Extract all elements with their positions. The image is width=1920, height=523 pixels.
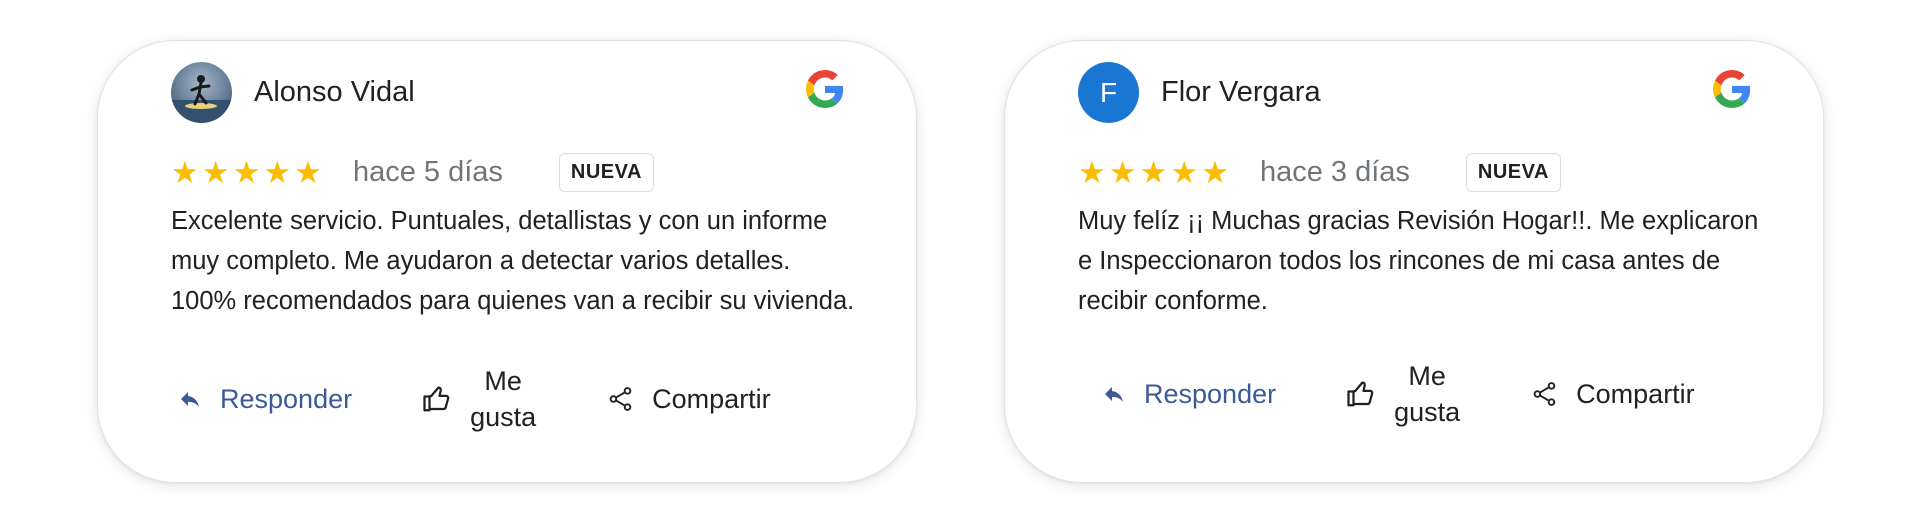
reply-label: Responder (220, 383, 353, 414)
like-label-line1: Me (1408, 361, 1446, 391)
review-time: hace 5 días (352, 156, 503, 188)
review-header: F Flor Vergara (1078, 62, 1321, 123)
review-meta: ★★★★★ hace 3 días NUEVA (1078, 153, 1561, 192)
star-rating: ★★★★★ (1078, 154, 1232, 190)
like-label-line2: gusta (1394, 397, 1461, 427)
share-label: Compartir (652, 383, 771, 414)
share-button[interactable]: Compartir (1532, 379, 1695, 410)
review-text: Muy felíz ¡¡ Muchas gracias Revisión Hog… (1078, 207, 1759, 315)
like-label: Me gusta (470, 363, 536, 435)
star-rating: ★★★★★ (171, 154, 325, 190)
thumbs-up-icon (423, 386, 450, 412)
share-icon (609, 387, 632, 411)
like-label-line1: Me (484, 366, 522, 396)
review-time: hace 3 días (1259, 156, 1410, 188)
like-button[interactable]: Me gusta (1346, 358, 1460, 430)
review-card: Alonso Vidal ★★★★★ hace 5 días NUEVA Exc… (97, 40, 917, 483)
author-name[interactable]: Alonso Vidal (254, 76, 415, 109)
reply-button[interactable]: Responder (1102, 379, 1276, 410)
reply-button[interactable]: Responder (178, 384, 352, 415)
review-header: Alonso Vidal (171, 62, 415, 123)
thumbs-up-icon (1347, 381, 1374, 407)
share-icon (1533, 382, 1556, 406)
share-button[interactable]: Compartir (608, 384, 771, 415)
reply-arrow-icon (181, 392, 199, 407)
reply-label: Responder (1144, 378, 1277, 409)
new-badge: NUEVA (1465, 153, 1561, 192)
share-label: Compartir (1576, 378, 1695, 409)
like-button[interactable]: Me gusta (422, 363, 536, 435)
reply-arrow-icon (1105, 387, 1123, 402)
new-badge: NUEVA (558, 153, 654, 192)
review-actions: Responder Me gusta Compartir (178, 363, 771, 435)
surfer-photo-icon (171, 75, 232, 123)
review-actions: Responder Me gusta Compartir (1102, 358, 1695, 430)
like-label-line2: gusta (470, 402, 537, 432)
avatar[interactable]: F (1078, 62, 1139, 123)
review-text: Excelente servicio. Puntuales, detallist… (171, 207, 855, 315)
google-g-logo-icon (1713, 70, 1751, 108)
review-card: F Flor Vergara ★★★★★ hace 3 días NUEVA M… (1004, 40, 1824, 483)
google-g-logo-icon (806, 70, 844, 108)
review-meta: ★★★★★ hace 5 días NUEVA (171, 153, 654, 192)
like-label: Me gusta (1394, 358, 1460, 430)
author-name[interactable]: Flor Vergara (1161, 76, 1321, 109)
avatar[interactable] (171, 62, 232, 123)
